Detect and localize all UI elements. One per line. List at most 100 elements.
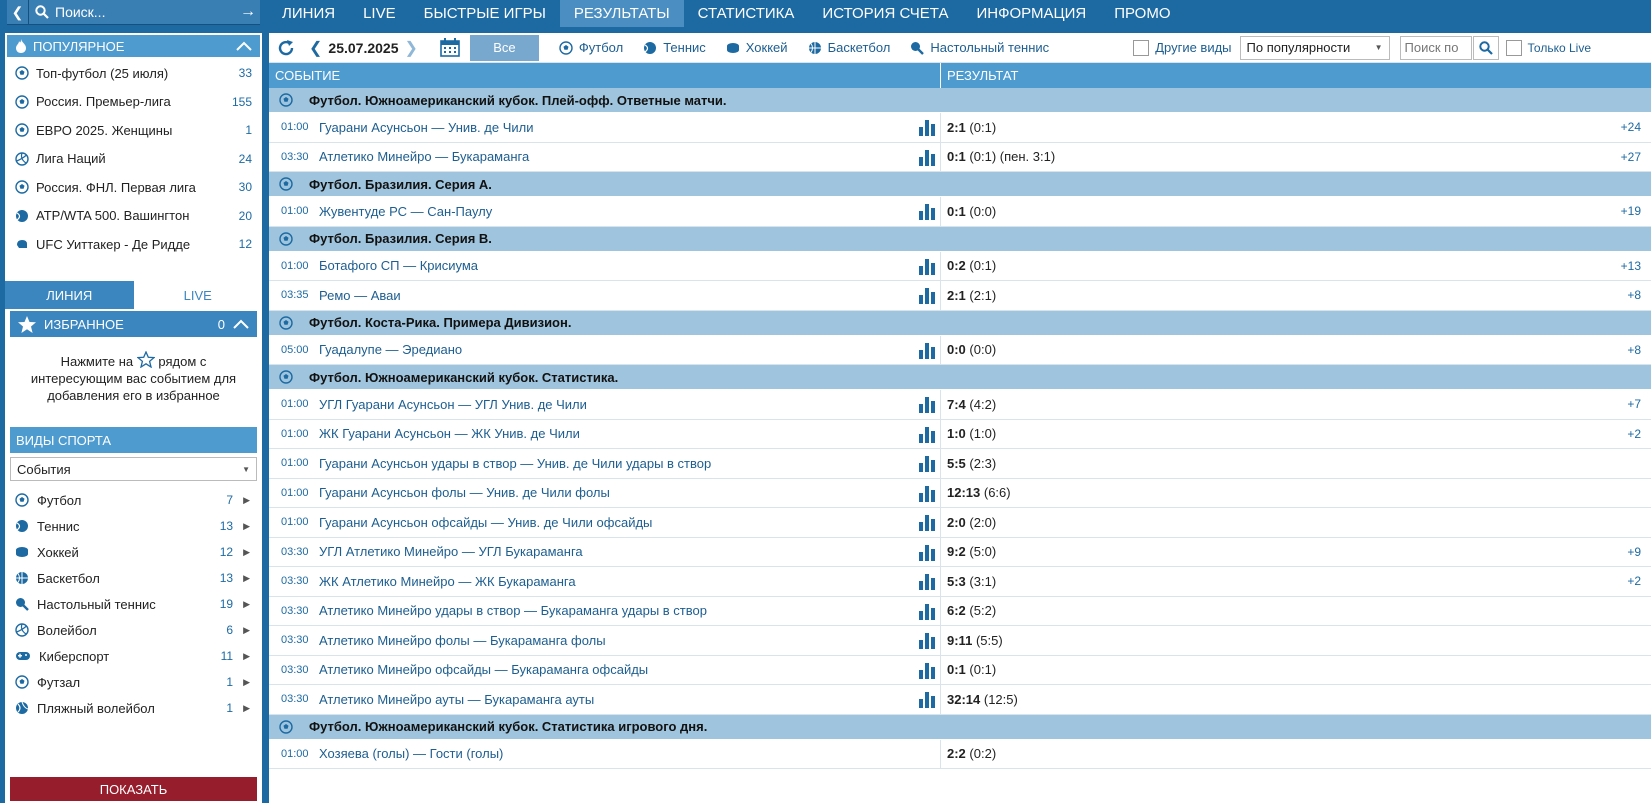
- results-search-button[interactable]: [1472, 35, 1499, 60]
- statistics-icon[interactable]: [913, 508, 941, 537]
- nav-item[interactable]: БЫСТРЫЕ ИГРЫ: [410, 0, 560, 27]
- popular-item[interactable]: UFC Уиттакер - Де Ридде 12: [5, 230, 262, 259]
- statistics-icon[interactable]: [913, 113, 941, 142]
- sport-item[interactable]: Баскетбол 13 ▶: [5, 565, 262, 591]
- more-markets-link[interactable]: +8: [1601, 288, 1651, 302]
- sports-filter-select[interactable]: События ▼: [10, 457, 257, 481]
- favorites-header[interactable]: ИЗБРАННОЕ 0: [10, 311, 257, 337]
- sport-filter[interactable]: Баскетбол: [808, 40, 890, 55]
- event-name-link[interactable]: Атлетико Минейро офсайды — Букараманга о…: [317, 662, 913, 677]
- event-name-link[interactable]: ЖК Гуарани Асунсьон — ЖК Унив. де Чили: [317, 426, 913, 441]
- statistics-icon[interactable]: [913, 449, 941, 478]
- search-submit-arrow-icon[interactable]: →: [236, 3, 260, 21]
- event-name-link[interactable]: Жувентуде РС — Сан-Паулу: [317, 204, 913, 219]
- refresh-icon[interactable]: [277, 39, 295, 57]
- sport-item[interactable]: Пляжный волейбол 1 ▶: [5, 695, 262, 721]
- statistics-icon[interactable]: [913, 655, 941, 684]
- nav-item[interactable]: ПРОМО: [1100, 0, 1184, 27]
- more-markets-link[interactable]: +2: [1601, 427, 1651, 441]
- event-name-link[interactable]: Ремо — Аваи: [317, 288, 913, 303]
- popular-item[interactable]: Россия. Премьер-лига 155: [5, 88, 262, 117]
- event-name-link[interactable]: Гуарани Асунсьон удары в створ — Унив. д…: [317, 456, 913, 471]
- sport-item[interactable]: Футбол 7 ▶: [5, 487, 262, 513]
- nav-item[interactable]: РЕЗУЛЬТАТЫ: [559, 0, 684, 27]
- show-button[interactable]: ПОКАЗАТЬ: [10, 777, 257, 801]
- more-markets-link[interactable]: +19: [1601, 204, 1651, 218]
- prev-date-chevron-icon[interactable]: ❮: [309, 38, 322, 58]
- statistics-icon[interactable]: [913, 685, 941, 714]
- sport-filter[interactable]: Теннис: [643, 40, 706, 55]
- sport-filter[interactable]: Футбол: [559, 40, 623, 55]
- event-name-link[interactable]: УГЛ Гуарани Асунсьон — УГЛ Унив. де Чили: [317, 397, 913, 412]
- sport-item[interactable]: Теннис 13 ▶: [5, 513, 262, 539]
- popular-header[interactable]: ПОПУЛЯРНОЕ: [5, 33, 262, 59]
- sport-filter[interactable]: Хоккей: [726, 40, 788, 55]
- sport-filter[interactable]: Настольный теннис: [910, 40, 1049, 55]
- side-tab-live[interactable]: LIVE: [133, 281, 262, 309]
- statistics-icon[interactable]: [913, 142, 941, 171]
- only-live-checkbox[interactable]: [1505, 39, 1522, 56]
- more-markets-link[interactable]: +8: [1601, 343, 1651, 357]
- next-date-chevron-icon[interactable]: ❯: [404, 38, 417, 58]
- search-input[interactable]: [51, 4, 236, 20]
- tournament-group-header[interactable]: Футбол. Южноамериканский кубок. Статисти…: [269, 714, 1651, 740]
- more-markets-link[interactable]: +24: [1601, 120, 1651, 134]
- sport-item[interactable]: Волейбол 6 ▶: [5, 617, 262, 643]
- filter-all-button[interactable]: Все: [469, 34, 539, 61]
- statistics-icon[interactable]: [913, 419, 941, 448]
- popular-item[interactable]: Лига Наций 24: [5, 145, 262, 174]
- tournament-group-header[interactable]: Футбол. Коста-Рика. Примера Дивизион.: [269, 310, 1651, 336]
- nav-item[interactable]: ЛИНИЯ: [268, 0, 349, 27]
- statistics-icon[interactable]: [913, 281, 941, 310]
- other-sports-toggle[interactable]: Другие виды: [1133, 39, 1232, 56]
- popular-item[interactable]: Топ-футбол (25 июля) 33: [5, 59, 262, 88]
- event-name-link[interactable]: Ботафого СП — Крисиума: [317, 258, 913, 273]
- sport-item[interactable]: Хоккей 12 ▶: [5, 539, 262, 565]
- more-markets-link[interactable]: +7: [1601, 397, 1651, 411]
- statistics-icon[interactable]: [913, 335, 941, 364]
- statistics-icon[interactable]: [913, 251, 941, 280]
- calendar-icon[interactable]: [440, 38, 460, 57]
- side-tab-line[interactable]: ЛИНИЯ: [5, 281, 134, 309]
- statistics-icon[interactable]: [913, 596, 941, 625]
- more-markets-link[interactable]: +9: [1601, 545, 1651, 559]
- tournament-group-header[interactable]: Футбол. Бразилия. Серия A.: [269, 172, 1651, 197]
- nav-item[interactable]: ИСТОРИЯ СЧЕТА: [808, 0, 962, 27]
- sort-select[interactable]: По популярности ▼: [1239, 35, 1390, 60]
- other-sports-checkbox[interactable]: [1133, 39, 1150, 56]
- event-name-link[interactable]: Гуадалупе — Эредиано: [317, 342, 913, 357]
- sport-item[interactable]: Футзал 1 ▶: [5, 669, 262, 695]
- event-name-link[interactable]: Атлетико Минейро фолы — Букараманга фолы: [317, 633, 913, 648]
- only-live-toggle[interactable]: Только Live: [1505, 39, 1591, 56]
- tournament-group-header[interactable]: Футбол. Южноамериканский кубок. Плей-офф…: [269, 88, 1651, 113]
- more-markets-link[interactable]: +13: [1601, 259, 1651, 273]
- event-name-link[interactable]: Атлетико Минейро — Букараманга: [317, 149, 913, 164]
- sport-item[interactable]: Настольный теннис 19 ▶: [5, 591, 262, 617]
- event-name-link[interactable]: Хозяева (голы) — Гости (голы): [317, 746, 913, 761]
- event-name-link[interactable]: Атлетико Минейро ауты — Букараманга ауты: [317, 692, 913, 707]
- tournament-group-header[interactable]: Футбол. Бразилия. Серия B.: [269, 226, 1651, 252]
- statistics-icon[interactable]: [913, 537, 941, 566]
- more-markets-link[interactable]: +27: [1601, 150, 1651, 164]
- event-name-link[interactable]: ЖК Атлетико Минейро — ЖК Букараманга: [317, 574, 913, 589]
- more-markets-link[interactable]: +2: [1601, 574, 1651, 588]
- event-name-link[interactable]: Гуарани Асунсьон офсайды — Унив. де Чили…: [317, 515, 913, 530]
- statistics-icon[interactable]: [913, 197, 941, 226]
- back-arrow-icon[interactable]: ❮: [7, 0, 29, 25]
- event-name-link[interactable]: УГЛ Атлетико Минейро — УГЛ Букараманга: [317, 544, 913, 559]
- sport-item[interactable]: Киберспорт 11 ▶: [5, 643, 262, 669]
- nav-item[interactable]: LIVE: [349, 0, 410, 27]
- statistics-icon[interactable]: [913, 478, 941, 507]
- event-name-link[interactable]: Гуарани Асунсьон фолы — Унив. де Чили фо…: [317, 485, 913, 500]
- popular-item[interactable]: ATP/WTA 500. Вашингтон 20: [5, 202, 262, 231]
- tournament-group-header[interactable]: Футбол. Южноамериканский кубок. Статисти…: [269, 365, 1651, 390]
- nav-item[interactable]: ИНФОРМАЦИЯ: [962, 0, 1100, 27]
- event-name-link[interactable]: Атлетико Минейро удары в створ — Букарам…: [317, 603, 913, 618]
- chevron-up-icon[interactable]: [233, 319, 249, 329]
- statistics-icon[interactable]: [913, 390, 941, 419]
- statistics-icon[interactable]: [913, 626, 941, 655]
- popular-item[interactable]: Россия. ФНЛ. Первая лига 30: [5, 173, 262, 202]
- results-search-input[interactable]: Поиск по: [1399, 35, 1472, 60]
- statistics-icon[interactable]: [913, 567, 941, 596]
- event-name-link[interactable]: Гуарани Асунсьон — Унив. де Чили: [317, 120, 913, 135]
